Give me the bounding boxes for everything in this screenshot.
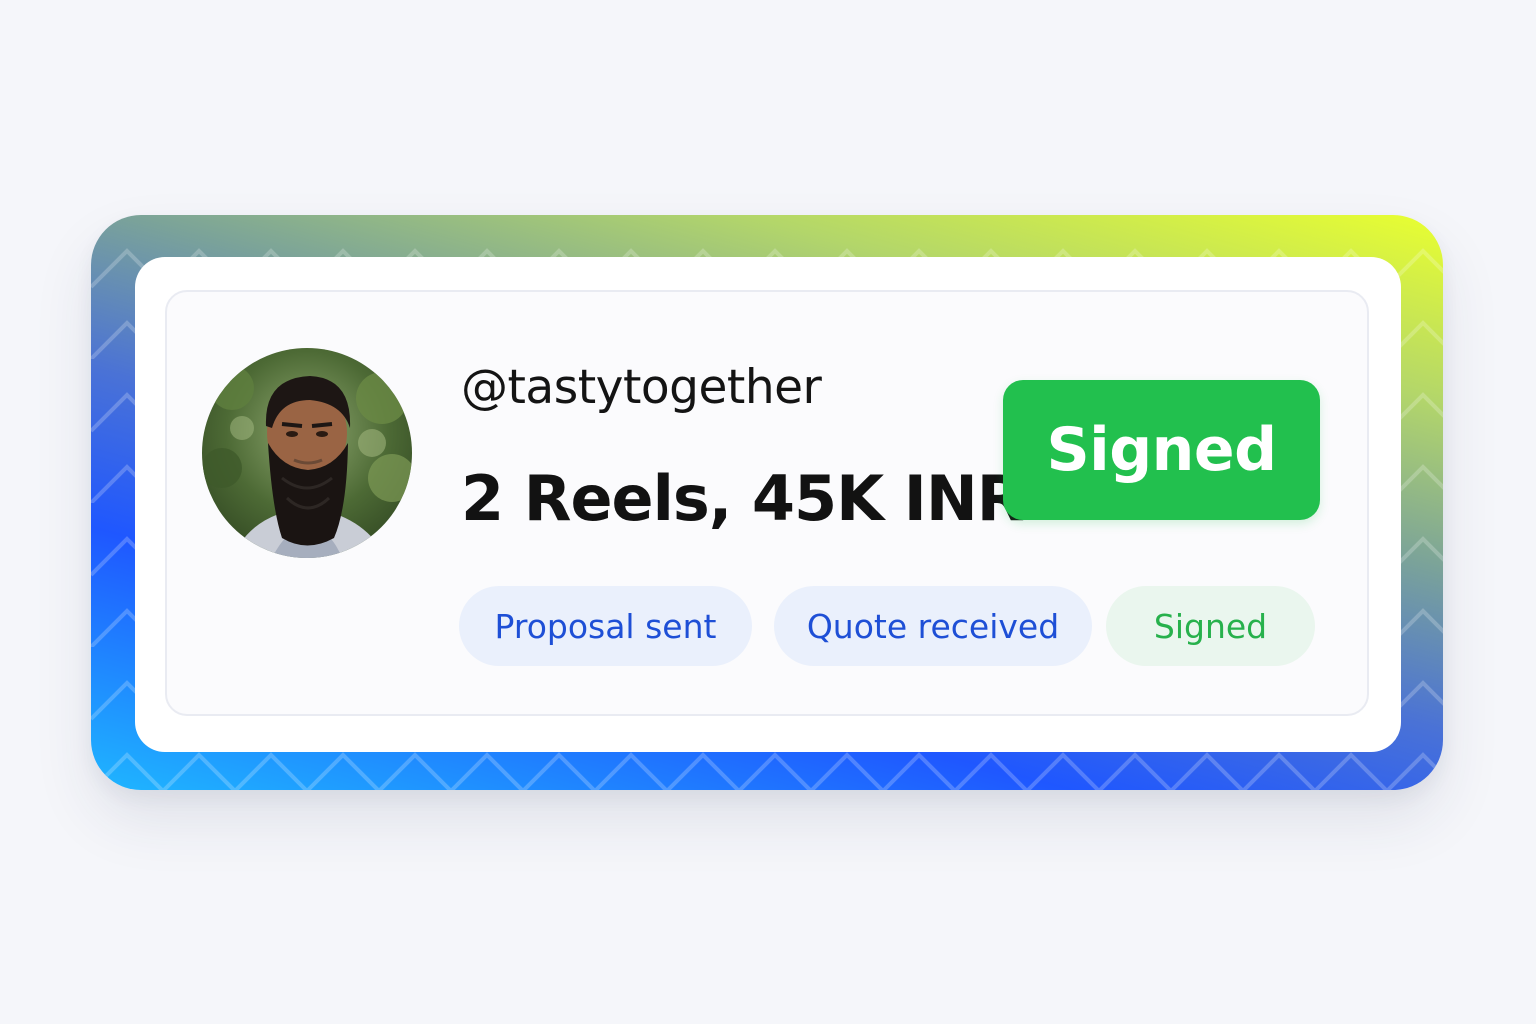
- signed-status-button[interactable]: Signed: [1003, 380, 1320, 520]
- creator-handle: @tastytogether: [461, 360, 822, 415]
- canvas: @tastytogether 2 Reels, 45K INR Signed P…: [0, 0, 1536, 1024]
- pipeline-step-proposal-sent[interactable]: Proposal sent: [459, 586, 752, 666]
- pipeline-step-quote-received[interactable]: Quote received: [774, 586, 1092, 666]
- avatar[interactable]: [202, 348, 412, 558]
- deal-summary: 2 Reels, 45K INR: [461, 462, 1024, 535]
- creator-photo: [202, 348, 412, 558]
- pipeline-step-signed[interactable]: Signed: [1106, 586, 1315, 666]
